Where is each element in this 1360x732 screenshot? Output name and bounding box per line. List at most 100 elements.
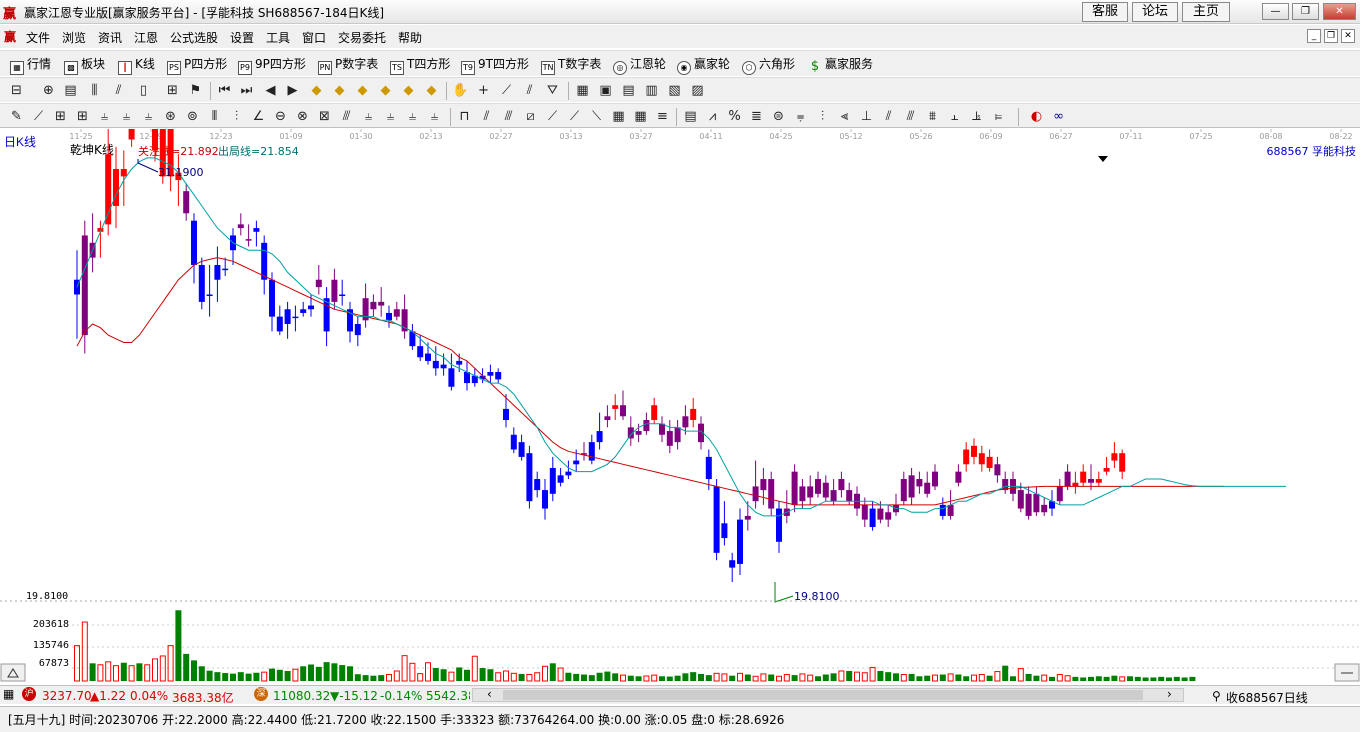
- grid-icon[interactable]: ▦: [632, 108, 649, 125]
- calc-icon[interactable]: ▣: [597, 82, 614, 99]
- levels-icon[interactable]: ⫽: [880, 108, 897, 125]
- forward-icon[interactable]: ▶: [284, 82, 301, 99]
- kline-chart-panel[interactable]: 日K线 11-25 12-09 12-23 01-09 01-30 02-13 02-27 0…: [0, 50, 1360, 684]
- daily-line-label[interactable]: 收688567日线: [1226, 689, 1308, 706]
- tree-icon[interactable]: ⫨: [140, 108, 157, 125]
- first-icon[interactable]: ⏮: [216, 82, 233, 99]
- scroll-thumb[interactable]: [503, 690, 1143, 700]
- last-icon[interactable]: ⏭: [238, 82, 255, 99]
- menu-browse[interactable]: 浏览: [62, 29, 86, 46]
- levels-icon[interactable]: ⫻: [902, 108, 919, 125]
- grid-icon[interactable]: ⊞: [52, 108, 69, 125]
- export-icon[interactable]: ▨: [689, 82, 706, 99]
- minimize-button[interactable]: —: [1262, 3, 1289, 20]
- menu-news[interactable]: 资讯: [98, 29, 122, 46]
- angle-icon[interactable]: ∠: [250, 108, 267, 125]
- save-icon[interactable]: ▥: [643, 82, 660, 99]
- back-icon[interactable]: ◀: [262, 82, 279, 99]
- levels-icon[interactable]: ⩩: [924, 108, 941, 125]
- levels-icon[interactable]: ⫶: [814, 108, 831, 125]
- fan-icon[interactable]: ⟍: [588, 108, 605, 125]
- circle-icon[interactable]: ⊚: [184, 108, 201, 125]
- tb-winner-service[interactable]: $ 赢家服务: [808, 55, 873, 75]
- tb-quotes[interactable]: ▦ 行情: [10, 55, 51, 75]
- mdi-minimize-button[interactable]: _: [1307, 29, 1321, 43]
- grid-icon[interactable]: ▦: [610, 108, 627, 125]
- tree-icon[interactable]: ⫨: [382, 108, 399, 125]
- menu-trade[interactable]: 交易委托: [338, 29, 386, 46]
- box-icon[interactable]: ⊓: [456, 108, 473, 125]
- print-icon[interactable]: ▧: [666, 82, 683, 99]
- kline-icon[interactable]: ⫼: [86, 82, 103, 99]
- expand-button[interactable]: [0, 663, 26, 682]
- menu-window[interactable]: 窗口: [302, 29, 326, 46]
- home-button[interactable]: 主页: [1182, 2, 1230, 22]
- infinity-icon[interactable]: ∞: [1050, 108, 1067, 125]
- close-button[interactable]: ✕: [1323, 3, 1356, 20]
- circle-grid-icon[interactable]: ⊛: [162, 108, 179, 125]
- tb-t-square[interactable]: TS T四方形: [390, 55, 450, 75]
- maximize-button[interactable]: ❐: [1292, 3, 1319, 20]
- levels-icon[interactable]: ≣: [748, 108, 765, 125]
- levels-icon[interactable]: ⫡: [968, 108, 985, 125]
- menu-gann[interactable]: 江恩: [134, 29, 158, 46]
- diamond-icon[interactable]: ◆: [400, 82, 417, 99]
- tree-icon[interactable]: ⫨: [118, 108, 135, 125]
- mdi-restore-button[interactable]: ❐: [1324, 29, 1338, 43]
- percent-icon[interactable]: %: [726, 108, 743, 125]
- levels-icon[interactable]: ⊥: [858, 108, 875, 125]
- tree-icon[interactable]: ⫨: [360, 108, 377, 125]
- tb-p-square[interactable]: PS P四方形: [167, 55, 227, 75]
- pin-icon[interactable]: ⚲: [1212, 689, 1221, 703]
- grid-icon[interactable]: ▦: [3, 687, 14, 701]
- diamond-icon[interactable]: ◆: [354, 82, 371, 99]
- parallel-tool-icon[interactable]: ⫽: [521, 82, 538, 99]
- period-select-icon[interactable]: ⊟: [8, 82, 25, 99]
- coin-icon[interactable]: ⊜: [770, 108, 787, 125]
- menu-help[interactable]: 帮助: [398, 29, 422, 46]
- levels-icon[interactable]: ⫷: [836, 108, 853, 125]
- fan-icon[interactable]: ⟋: [544, 108, 561, 125]
- fan-icon[interactable]: ⫽: [478, 108, 495, 125]
- ray-icon[interactable]: ⫻: [338, 108, 355, 125]
- diamond-icon[interactable]: ◆: [423, 82, 440, 99]
- tb-winner-wheel[interactable]: ◉ 赢家轮: [677, 55, 730, 75]
- levels-icon[interactable]: ⩦: [792, 108, 809, 125]
- zoom-select-icon[interactable]: ▯: [135, 82, 152, 99]
- diamond-icon[interactable]: ◆: [308, 82, 325, 99]
- mdi-close-button[interactable]: ✕: [1341, 29, 1355, 43]
- scroll-left-icon[interactable]: ‹: [487, 687, 492, 701]
- bar-icon[interactable]: ⫽: [110, 82, 127, 99]
- compare-icon[interactable]: ⊕: [40, 82, 57, 99]
- forum-button[interactable]: 论坛: [1132, 2, 1178, 22]
- menu-file[interactable]: 文件: [26, 29, 50, 46]
- menu-formula[interactable]: 公式选股: [170, 29, 218, 46]
- tree-icon[interactable]: ⫨: [404, 108, 421, 125]
- gann-fan-icon[interactable]: ⛛: [544, 82, 561, 99]
- diamond-icon[interactable]: ◆: [377, 82, 394, 99]
- report-icon[interactable]: ▤: [620, 82, 637, 99]
- tb-sectors[interactable]: ▩ 板块: [64, 55, 105, 75]
- tree-icon[interactable]: ⫨: [96, 108, 113, 125]
- tb-kline[interactable]: ┃ K线: [118, 55, 155, 75]
- circle-icon[interactable]: ⊗: [294, 108, 311, 125]
- fan-icon[interactable]: ⧄: [522, 108, 539, 125]
- fib-icon[interactable]: ⊞: [164, 82, 181, 99]
- table-icon[interactable]: ▤: [682, 108, 699, 125]
- square-icon[interactable]: ⊠: [316, 108, 333, 125]
- tb-9p-square[interactable]: P9 9P四方形: [238, 55, 306, 75]
- fib-lines-icon[interactable]: ≡: [654, 108, 671, 125]
- flag-icon[interactable]: ⚑: [187, 82, 204, 99]
- fan-icon[interactable]: ⫻: [500, 108, 517, 125]
- menu-tools[interactable]: 工具: [266, 29, 290, 46]
- hand-icon[interactable]: ✋: [452, 82, 469, 99]
- doc-icon[interactable]: ▤: [62, 82, 79, 99]
- kline-chart[interactable]: 日K线 11-25 12-09 12-23 01-09 01-30 02-13 02-27 0…: [0, 50, 1360, 684]
- fan-icon[interactable]: ⊖: [272, 108, 289, 125]
- trend-icon[interactable]: ⟋: [30, 108, 47, 125]
- service-button[interactable]: 客服: [1082, 2, 1128, 22]
- menu-settings[interactable]: 设置: [230, 29, 254, 46]
- fib-icon[interactable]: ⩘: [704, 108, 721, 125]
- diamond-icon[interactable]: ◆: [331, 82, 348, 99]
- tree-icon[interactable]: ⫨: [426, 108, 443, 125]
